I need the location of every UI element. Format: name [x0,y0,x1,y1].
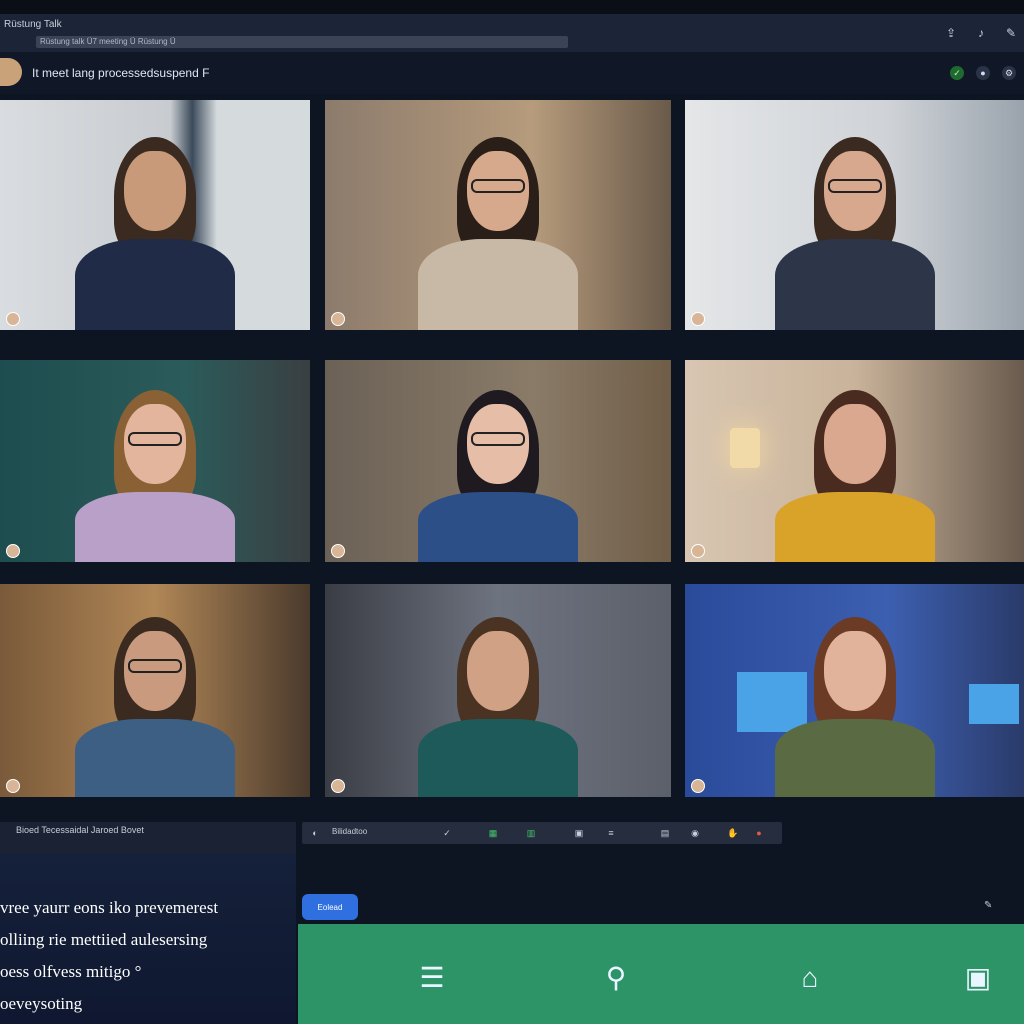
participant-name-tag [691,312,708,326]
app-title: Rüstung Talk [4,19,62,30]
glasses [827,179,882,193]
chat-line: olliing rie mettiied aulesersing [0,930,208,949]
torso [418,239,578,330]
participant-video [398,584,598,797]
participant-name-tag [6,779,23,793]
participant-video [755,100,955,330]
participant-name-tag [331,544,348,558]
chat-line: oeveysoting [0,994,83,1013]
video-tile[interactable] [685,360,1024,562]
participant-name-tag [6,544,23,558]
chat-messages: vree yaurr eons iko prevemerest olliing … [0,892,296,1020]
chat-header: Bioed Tecessaidal Jaroed Bovet [0,822,296,854]
torso [774,239,935,330]
pin-icon[interactable]: ✎ [1004,26,1018,40]
video-tile[interactable] [0,584,310,797]
hand-icon[interactable]: ✋ [726,826,740,840]
video-tile[interactable] [685,584,1024,797]
participant-avatar [691,779,705,793]
toolbar-label: Bilidadtoo [332,827,368,836]
face [124,151,186,231]
torso [774,719,935,797]
meeting-toolbar: ◐ Bilidadtoo ✓ ▦ ▥ ▣ ≡ ▤ ◉ ✋ ● [302,822,782,844]
chat-line: oess olfvess mitigo ° [0,962,142,981]
more-icon[interactable]: ✎ [984,900,992,911]
monitor [969,684,1019,724]
face [823,404,886,484]
chat-line: vree yaurr eons iko prevemerest [0,898,219,917]
participant-avatar [6,779,20,793]
participant-avatar [331,544,345,558]
participant-video [755,360,955,562]
bell-icon[interactable]: ♪ [974,26,988,40]
participant-video [55,360,255,562]
mic-icon[interactable]: ◉ [688,826,702,840]
participant-name-tag [6,312,23,326]
chart-icon[interactable]: ▥ [524,826,538,840]
status-icons: ✓ ● ⚙ [950,66,1016,80]
glasses [471,432,525,446]
face [823,631,886,711]
meeting-title: It meet lang processedsuspend F [32,66,210,80]
topbar-icons: ⇪ ♪ ✎ [944,26,1018,40]
notes-icon[interactable]: ☰ [412,958,452,998]
primary-button[interactable]: Eolead [302,894,358,920]
torso [75,239,235,330]
participant-avatar [6,312,20,326]
action-bar: ☰ ⚲ ⌂ ▣ [298,924,1024,1024]
torso [418,719,578,797]
participant-name-tag [691,544,708,558]
camera-icon[interactable]: ▣ [572,826,586,840]
glasses [128,659,182,673]
participant-avatar [6,544,20,558]
video-tile[interactable] [325,584,671,797]
participant-name-tag [691,779,708,793]
title-bar [0,0,1024,14]
participant-avatar [331,779,345,793]
participant-name-tag [331,312,348,326]
app-topbar: Rüstung Talk Rüstung talk Ü7 meeting Ü R… [0,14,1024,52]
torso [418,492,578,562]
participant-video [755,584,955,797]
check-icon[interactable]: ✓ [440,826,454,840]
participant-name-tag [331,779,348,793]
grid-icon[interactable]: ▤ [658,826,672,840]
video-tile[interactable] [325,100,671,330]
participant-avatar [691,544,705,558]
torso [75,492,235,562]
face [467,631,529,711]
presentation-icon[interactable]: ▣ [958,958,998,998]
participant-video [55,100,255,330]
video-tile[interactable] [685,100,1024,330]
sheet-icon[interactable]: ▦ [486,826,500,840]
participant-video [398,360,598,562]
tag-icon[interactable]: ⌂ [790,958,830,998]
glasses [471,179,525,193]
settings-icon[interactable]: ⚙ [1002,66,1016,80]
shield-icon[interactable]: ✓ [950,66,964,80]
share-icon[interactable]: ⇪ [944,26,958,40]
record-icon[interactable]: ● [976,66,990,80]
list-icon[interactable]: ≡ [604,826,618,840]
participant-video [55,584,255,797]
participant-avatar [331,312,345,326]
video-tile[interactable] [0,360,310,562]
leave-icon[interactable]: ● [752,826,766,840]
search-icon[interactable]: ⚲ [596,958,636,998]
video-tile[interactable] [325,360,671,562]
torso [774,492,935,562]
torso [75,719,235,797]
address-bar[interactable]: Rüstung talk Ü7 meeting Ü Rüstung Ü [36,36,568,48]
participant-avatar [691,312,705,326]
video-tile[interactable] [0,100,310,330]
glasses [128,432,182,446]
chat-bubble-icon[interactable]: ◐ [308,826,322,840]
participant-video [398,100,598,330]
